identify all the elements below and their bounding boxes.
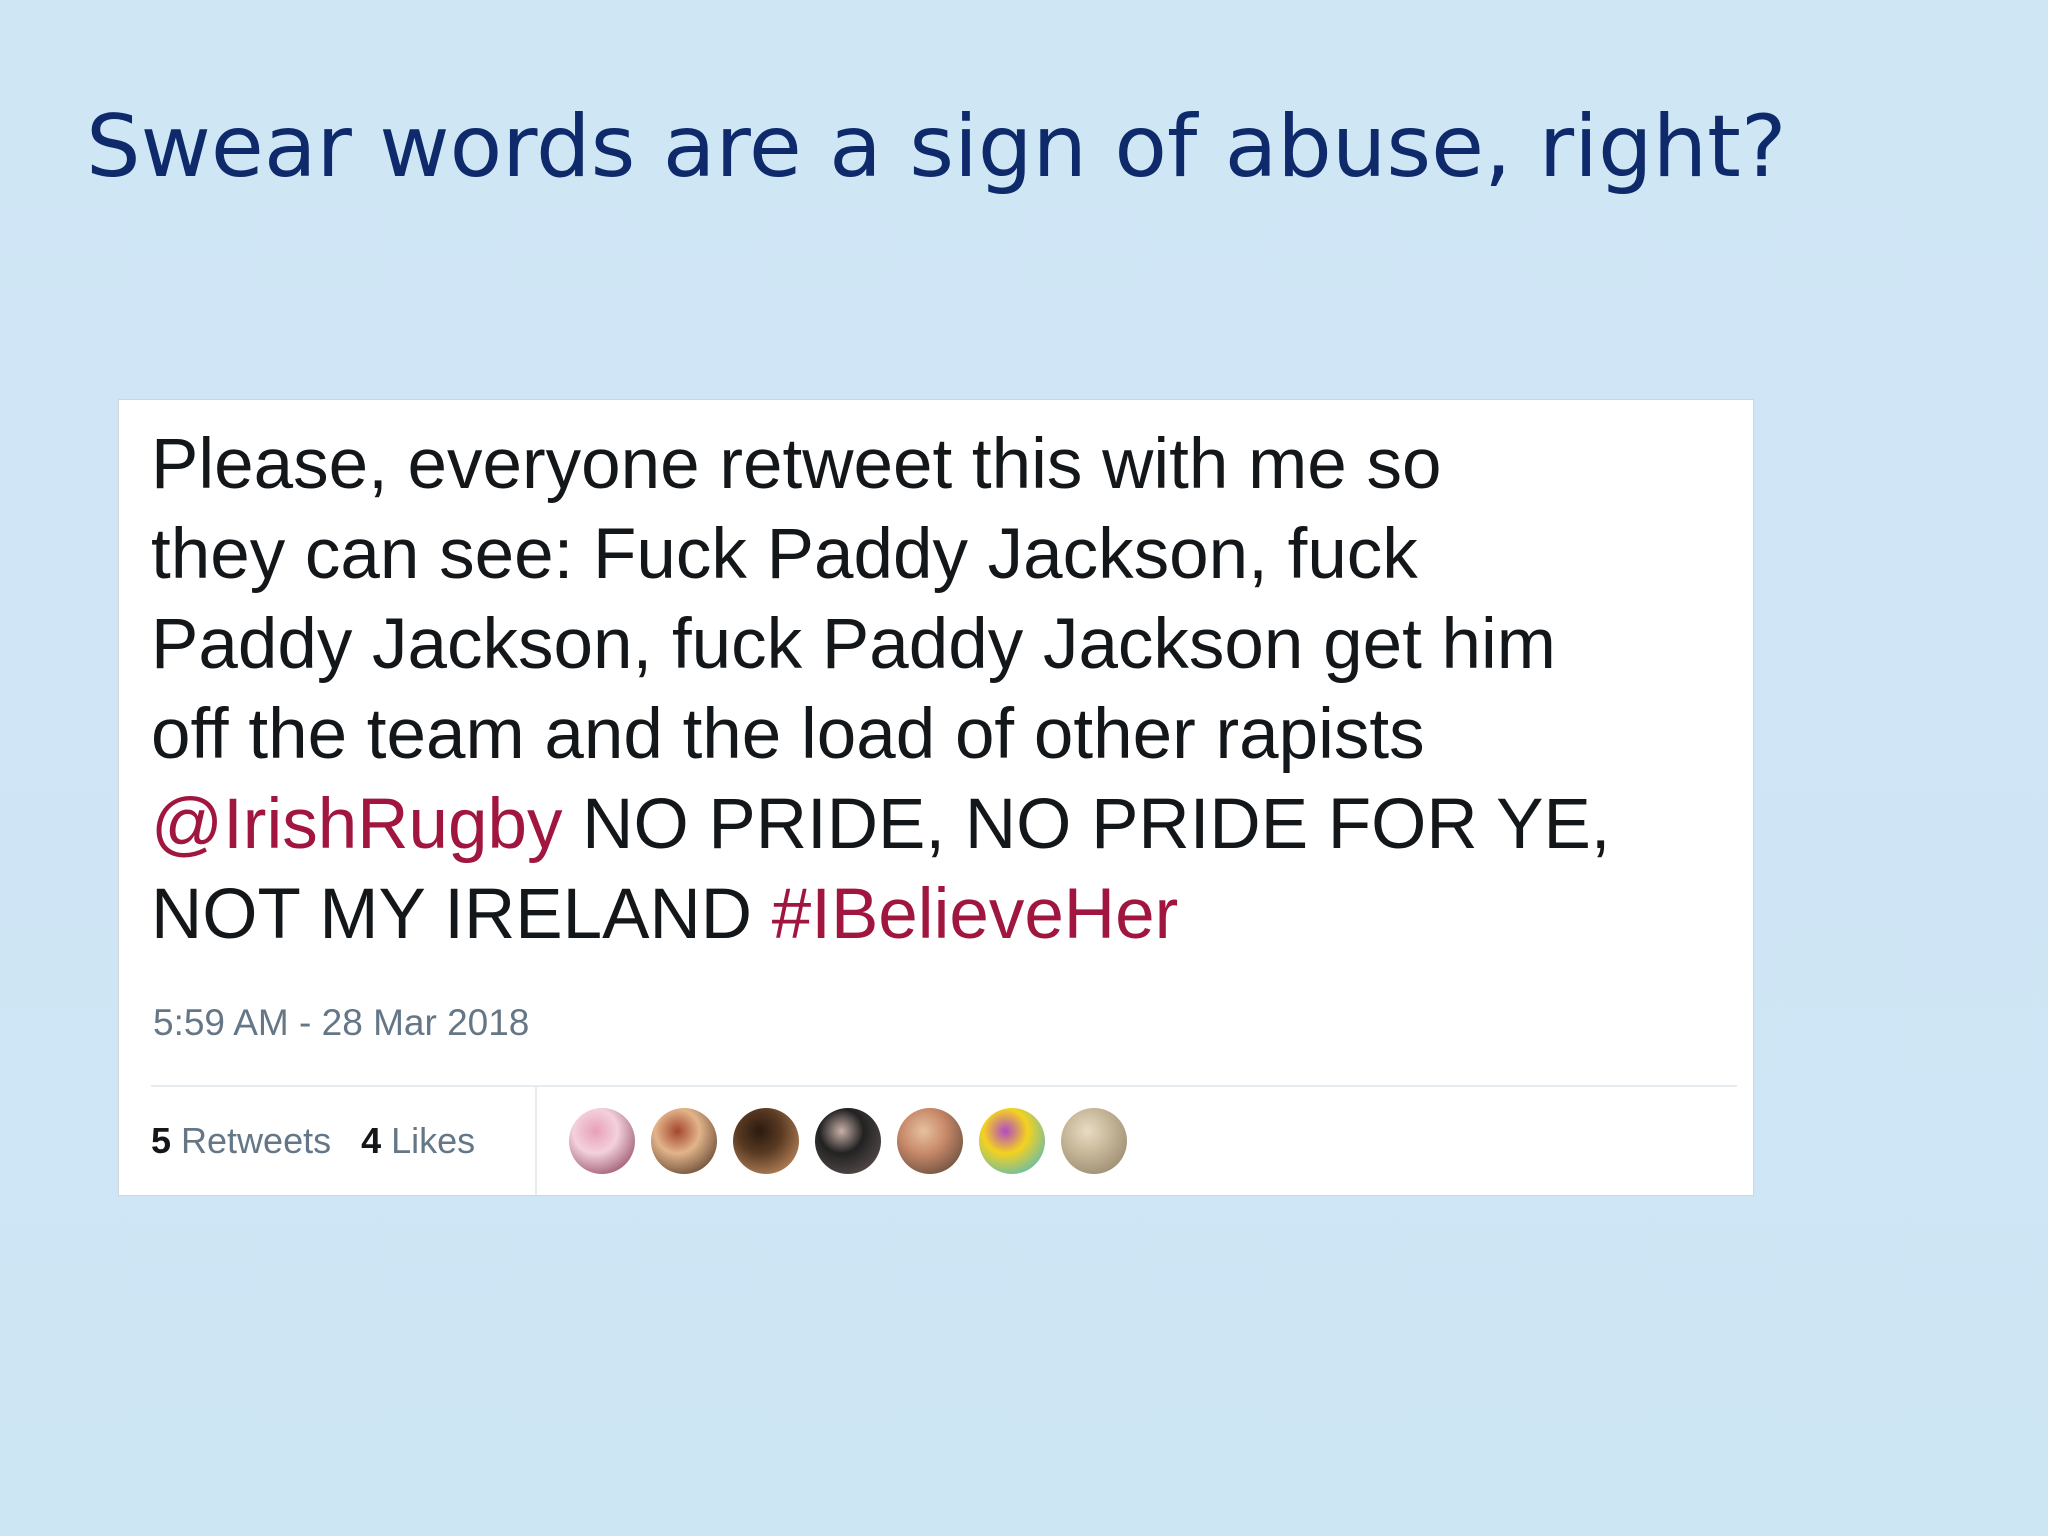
- retweets-stat[interactable]: 5 Retweets: [151, 1120, 331, 1162]
- slide-title: Swear words are a sign of abuse, right?: [86, 97, 1787, 197]
- avatar-6[interactable]: [979, 1108, 1045, 1174]
- avatar-4[interactable]: [815, 1108, 881, 1174]
- tweet-text-segment: NOT MY IRELAND: [151, 875, 772, 954]
- likes-count: 4: [361, 1120, 382, 1161]
- stats-separator: [535, 1087, 537, 1195]
- tweet-text-segment: NO PRIDE, NO PRIDE FOR YE,: [562, 785, 1611, 864]
- tweet-text-segment: off the team and the load of other rapis…: [151, 695, 1425, 774]
- avatar-1[interactable]: [569, 1108, 635, 1174]
- retweets-label: Retweets: [181, 1120, 332, 1161]
- tweet-line: Paddy Jackson, fuck Paddy Jackson get hi…: [151, 600, 1741, 690]
- avatar-2[interactable]: [651, 1108, 717, 1174]
- hashtag-link[interactable]: #IBelieveHer: [772, 875, 1178, 954]
- tweet-text-segment: Please, everyone retweet this with me so: [151, 425, 1442, 504]
- tweet-timestamp[interactable]: 5:59 AM - 28 Mar 2018: [153, 1000, 529, 1046]
- likes-stat[interactable]: 4 Likes: [361, 1120, 475, 1162]
- avatar-7[interactable]: [1061, 1108, 1127, 1174]
- mention-link[interactable]: @IrishRugby: [151, 785, 562, 864]
- tweet-line: they can see: Fuck Paddy Jackson, fuck: [151, 510, 1741, 600]
- tweet-stats-row: 5 Retweets 4 Likes: [119, 1087, 1753, 1195]
- tweet-card: Please, everyone retweet this with me so…: [118, 399, 1754, 1196]
- tweet-text-segment: Paddy Jackson, fuck Paddy Jackson get hi…: [151, 605, 1556, 684]
- likes-label: Likes: [391, 1120, 476, 1161]
- avatar-5[interactable]: [897, 1108, 963, 1174]
- tweet-stats: 5 Retweets 4 Likes: [151, 1087, 535, 1195]
- avatar-3[interactable]: [733, 1108, 799, 1174]
- tweet-line: Please, everyone retweet this with me so: [151, 420, 1741, 510]
- retweets-count: 5: [151, 1120, 172, 1161]
- liker-avatars: [569, 1087, 1143, 1195]
- tweet-line: @IrishRugby NO PRIDE, NO PRIDE FOR YE,: [151, 780, 1741, 870]
- tweet-line: NOT MY IRELAND #IBelieveHer: [151, 870, 1741, 960]
- tweet-text-segment: they can see: Fuck Paddy Jackson, fuck: [151, 515, 1418, 594]
- tweet-text: Please, everyone retweet this with me so…: [151, 420, 1741, 960]
- tweet-line: off the team and the load of other rapis…: [151, 690, 1741, 780]
